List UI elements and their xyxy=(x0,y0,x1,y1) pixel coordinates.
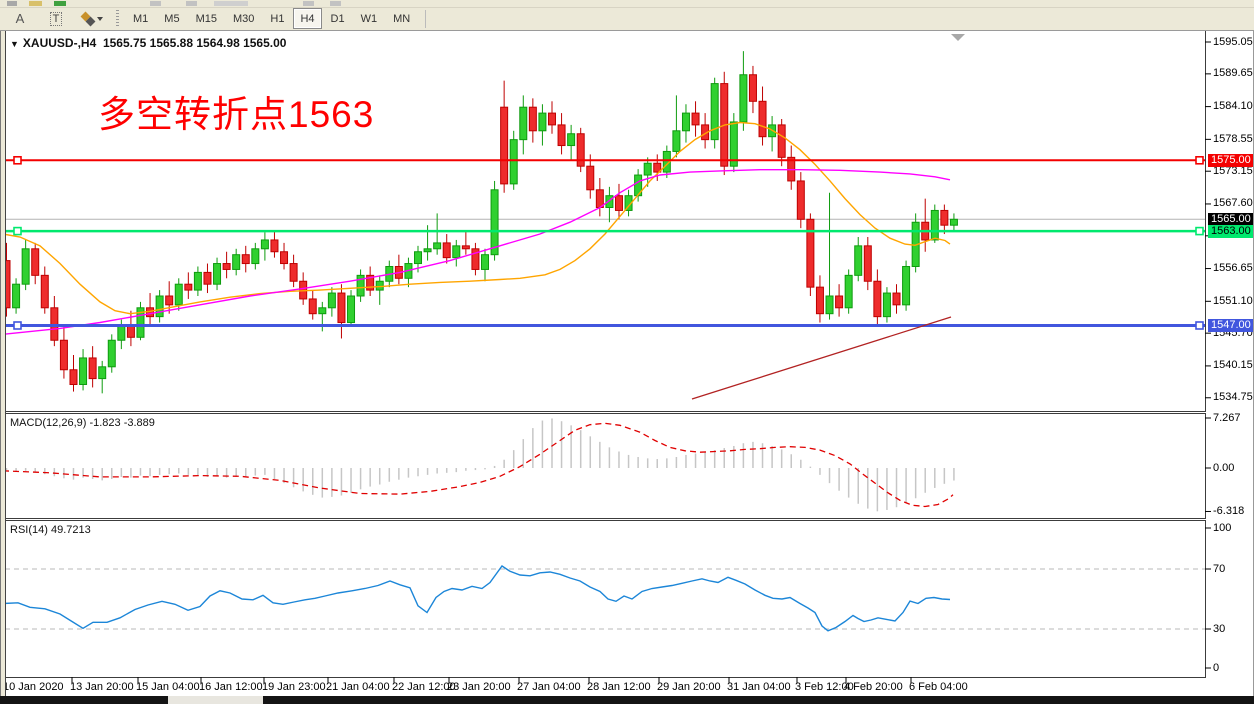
price-axis-label: 1534.75 xyxy=(1213,391,1253,403)
price-axis-label: 1595.05 xyxy=(1213,36,1253,48)
price-axis-label: 1556.65 xyxy=(1213,262,1253,274)
time-axis-label: 28 Jan 12:00 xyxy=(587,681,651,693)
price-axis-label: 1551.10 xyxy=(1213,295,1253,307)
toolbar-overflow-icon-fragment xyxy=(54,1,66,6)
ohlc-quote: 1565.75 1565.88 1564.98 1565.00 xyxy=(103,36,287,50)
toolbar-overflow-icon-fragment xyxy=(29,1,42,6)
toolbar: A T M1M5M15M30H1H4D1W1MN xyxy=(0,0,1254,31)
chart-annotation-text: 多空转折点1563 xyxy=(98,84,374,138)
time-axis-label: 29 Jan 20:00 xyxy=(657,681,721,693)
mt4-terminal: { "toolbar": { "buttons": ["A", "T"], "a… xyxy=(0,0,1254,704)
time-axis-label: 16 Jan 12:00 xyxy=(199,681,263,693)
toolbar-overflow-icon-fragment xyxy=(214,1,248,6)
bottom-strip-gap xyxy=(168,696,263,704)
macd-indicator-label: MACD(12,26,9) -1.823 -3.889 xyxy=(10,417,155,429)
rsi-axis-label: 30 xyxy=(1213,623,1225,635)
price-axis-label: 1567.60 xyxy=(1213,197,1253,209)
time-axis-label: 21 Jan 04:00 xyxy=(326,681,390,693)
time-axis-label: 6 Feb 04:00 xyxy=(909,681,968,693)
price-axis-label: 1589.65 xyxy=(1213,67,1253,79)
rsi-axis-label: 100 xyxy=(1213,522,1231,534)
toolbar-overflow-strip xyxy=(0,0,1254,8)
time-axis-label: 31 Jan 04:00 xyxy=(727,681,791,693)
rsi-indicator-label: RSI(14) 49.7213 xyxy=(10,524,91,536)
text-label-tool-button[interactable]: A xyxy=(4,8,36,30)
time-axis-label: 10 Jan 2020 xyxy=(3,681,64,693)
toolbar-separator xyxy=(425,10,426,28)
price-tag-1547-00: 1547.00 xyxy=(1208,319,1254,332)
window-bottom-strip xyxy=(0,696,1254,704)
macd-panel[interactable] xyxy=(4,413,1205,518)
price-axis-label: 1540.15 xyxy=(1213,359,1253,371)
chart-title: ▼ XAUUSD-,H4 1565.75 1565.88 1564.98 1565… xyxy=(10,36,286,50)
timeframe-button-m15[interactable]: M15 xyxy=(189,8,224,29)
timeframe-button-h4[interactable]: H4 xyxy=(293,8,321,29)
price-axis-label: 1578.55 xyxy=(1213,133,1253,145)
timeframe-button-m1[interactable]: M1 xyxy=(126,8,155,29)
time-axis-label: 15 Jan 04:00 xyxy=(136,681,200,693)
time-axis-label: 23 Jan 20:00 xyxy=(447,681,511,693)
toolbar-overflow-icon-fragment xyxy=(330,1,341,6)
price-axis-label: 1584.10 xyxy=(1213,100,1253,112)
text-box-icon: T xyxy=(50,12,63,26)
arrows-objects-button[interactable] xyxy=(76,8,108,30)
rsi-panel[interactable] xyxy=(4,520,1205,677)
collapse-triangle-icon[interactable]: ▼ xyxy=(10,39,19,49)
price-tag-1563-00: 1563.00 xyxy=(1208,225,1254,238)
window-left-border xyxy=(0,30,6,696)
timeframe-button-m5[interactable]: M5 xyxy=(157,8,186,29)
timeframe-button-d1[interactable]: D1 xyxy=(324,8,352,29)
chevron-down-icon xyxy=(97,17,103,21)
symbol-label: XAUUSD-,H4 xyxy=(23,36,96,50)
timeframe-button-h1[interactable]: H1 xyxy=(263,8,291,29)
timeframe-button-m30[interactable]: M30 xyxy=(226,8,261,29)
timeframe-button-mn[interactable]: MN xyxy=(386,8,417,29)
text-box-tool-button[interactable]: T xyxy=(40,8,72,30)
macd-axis-label: -6.318 xyxy=(1213,505,1244,517)
toolbar-overflow-icon-fragment xyxy=(7,1,17,6)
timeframe-button-w1[interactable]: W1 xyxy=(354,8,385,29)
time-axis-label: 27 Jan 04:00 xyxy=(517,681,581,693)
rsi-axis-label: 70 xyxy=(1213,563,1225,575)
macd-axis-label: 0.00 xyxy=(1213,462,1234,474)
toolbar-overflow-icon-fragment xyxy=(150,1,161,6)
macd-axis-label: 7.267 xyxy=(1213,412,1241,424)
price-tag-1575-00: 1575.00 xyxy=(1208,154,1254,167)
time-axis-label: 19 Jan 23:00 xyxy=(262,681,326,693)
time-axis-label: 4 Feb 20:00 xyxy=(844,681,903,693)
toolbar-drag-handle[interactable] xyxy=(116,10,119,28)
toolbar-overflow-icon-fragment xyxy=(186,1,197,6)
toolbar-overflow-icon-fragment xyxy=(303,1,314,6)
rsi-axis-label: 0 xyxy=(1213,662,1219,674)
time-axis-label: 13 Jan 20:00 xyxy=(70,681,134,693)
